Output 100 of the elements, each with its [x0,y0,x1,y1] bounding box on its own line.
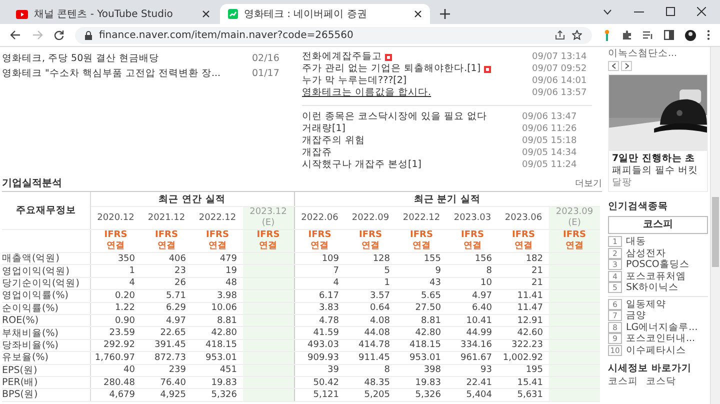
column-group-header: 최근 분기 실적 [294,192,600,206]
table-cell: 7 [333,266,339,276]
accounting-basis-label: IFRS 연결 [410,230,433,252]
close-icon[interactable] [697,7,706,16]
table-cell: 15.41 [517,378,543,388]
table-cell: 1,760.97 [94,352,135,363]
news-date: 02/16 [252,52,280,64]
list-icon[interactable] [643,30,653,40]
news-headline[interactable]: 영화테크 "수소차 핵심부품 고전압 전력변환 장... [2,68,252,80]
table-cell: 350 [118,254,135,264]
stock-link[interactable]: LG에너지솔루... [626,320,698,334]
market-link[interactable]: 코스닥 [646,375,676,388]
chart-icon [228,9,238,19]
post-title[interactable]: 영화테크는 이름값을 합시다. [302,87,432,99]
row-label: BPS(원) [2,388,90,402]
stock-link[interactable]: 대동 [626,235,646,248]
period-header: 2023.09 (E) [549,206,600,230]
market-tab[interactable]: 코스피 [608,216,708,234]
accounting-basis-label: IFRS 연결 [256,230,280,252]
stock-link[interactable]: POSCO홀딩스 [626,258,690,272]
market-link[interactable]: 코스피 [608,375,638,388]
table-cell: 406 [168,254,186,264]
next-button[interactable] [621,61,632,71]
post-title[interactable]: 주가 관리 없는 기업은 퇴출해야한다.[1] [302,63,481,75]
news-headline[interactable]: 영화테크, 주당 50원 결산 현금배당 [2,52,252,64]
more-link[interactable]: 더보기 [575,176,602,190]
plus-icon[interactable] [440,9,450,19]
post-title[interactable]: 전화에계잡주들고 [302,51,382,63]
table-cell: 4.78 [318,316,339,326]
vertical-scrollbar[interactable] [710,47,720,404]
chevron-left-icon [612,63,616,69]
maximize-icon[interactable] [666,7,675,16]
row-label: 당좌비율(%) [2,339,90,352]
post-title[interactable]: 개잡주의 위험 [302,135,366,147]
stock-link[interactable]: 이수페타시스 [626,344,686,357]
table-cell: 451 [220,365,237,376]
minimize-icon[interactable] [634,10,644,12]
extension-icon[interactable] [603,30,611,40]
table-cell: 1.22 [114,303,135,314]
table-cell: 6.29 [166,303,186,314]
previous-button[interactable] [608,61,619,71]
lock-icon [85,30,92,40]
reload-icon[interactable] [54,30,64,40]
back-arrow-icon[interactable] [10,30,21,40]
browser-tab[interactable]: 영화테크 : 네이버페이 증권 [220,4,430,24]
puzzle-icon[interactable] [622,30,632,40]
stock-link[interactable]: 포스코인터내... [626,332,696,346]
table-cell: 10 [480,278,492,288]
section-title: 인기검색종목 [608,200,669,213]
table-cell: 44.08 [364,328,390,338]
star-icon[interactable] [572,30,582,40]
post-title[interactable]: 누가 막 누루는데???[2] [302,75,407,87]
table-cell: 5,205 [364,390,390,400]
post-date: 09/07 13:14 [532,51,588,63]
profile-avatar-icon[interactable] [685,30,696,40]
news-date: 01/17 [252,68,280,80]
share-icon[interactable] [555,30,565,40]
address-bar[interactable]: finance.naver.com/item/main.naver?code=265560 [75,26,592,44]
post-title[interactable]: 개잡쥬 [302,147,332,159]
stock-link[interactable]: 일동제약 [626,298,666,311]
table-cell: 48.35 [364,378,390,388]
table-cell: 48 [226,278,237,288]
table-cell: 26 [174,278,186,288]
table-cell: 414.78 [358,340,390,350]
table-cell: 5 [384,266,390,276]
period-header: 2021.12 [141,206,192,230]
ad-card[interactable]: 7일만 진행하는 초 패피들의 필수 버킷 달팡 [608,74,708,192]
table-cell: 11.41 [517,290,543,301]
stock-link[interactable]: 이녹스첨단소... [608,47,708,60]
ad-brand: 달팡 [612,177,633,189]
browser-tab[interactable]: 채널 콘텐츠 - YouTube Studio [8,4,218,24]
post-title[interactable]: 시작했구나 개잡주 본성[1] [302,159,422,171]
table-cell: 391.45 [154,340,186,350]
post-date: 09/05 11:24 [522,159,578,171]
row-label: 유보율(%) [2,352,90,364]
stock-link[interactable]: 포스코퓨처엠 [626,270,686,283]
stock-link[interactable]: SK하이닉스 [626,281,678,294]
close-icon[interactable] [414,10,422,18]
table-cell: 0.20 [114,290,135,301]
row-label: ROE(%) [2,314,90,327]
ad-text: 패피들의 필수 버킷 [612,165,700,177]
stock-link[interactable]: 삼성전자 [626,246,666,260]
menu-icon[interactable] [707,30,710,40]
close-icon[interactable] [202,10,210,18]
video-play-icon [16,10,28,18]
table-cell: 43 [430,278,441,288]
table-cell: 195 [526,365,543,376]
table-cell: 41.59 [313,328,339,338]
post-title[interactable]: 거래량[1] [302,123,346,135]
side-panel-icon[interactable] [664,30,674,40]
stock-link[interactable]: 금양 [626,309,646,322]
post-title[interactable]: 이런 종목은 코스닥시장에 있을 필요 없다 [302,111,488,123]
table-cell: 961.67 [460,352,492,363]
table-cell: 4.97 [472,290,492,301]
table-cell: 3.57 [370,290,390,301]
chevron-down-icon[interactable] [603,8,612,14]
table-cell: 5,326 [211,390,237,400]
table-cell: 418.15 [410,340,441,350]
table-cell: 8.81 [420,316,441,326]
table-cell: 50.42 [313,378,339,388]
